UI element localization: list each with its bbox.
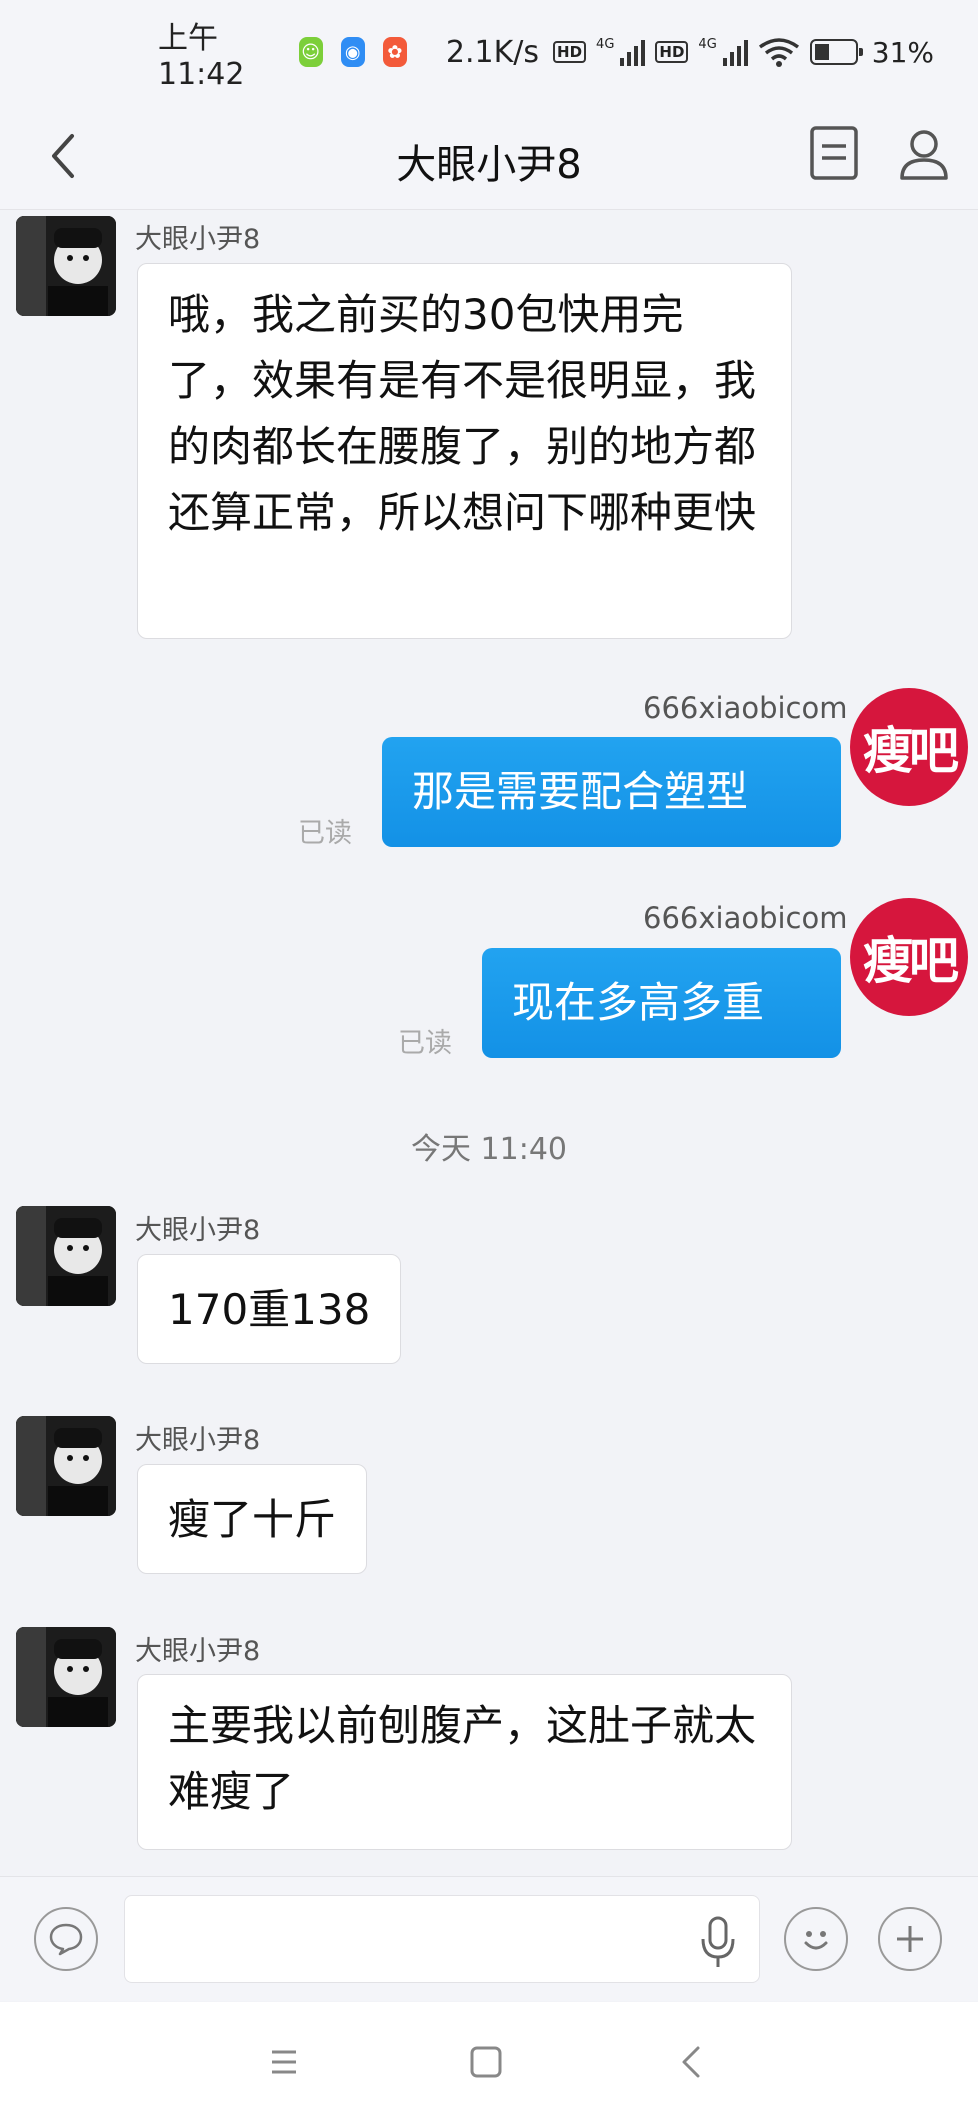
smiley-icon[interactable] [784,1907,848,1971]
avatar[interactable] [16,1416,116,1516]
read-status: 已读 [298,818,352,849]
system-nav-bar [0,2002,978,2120]
sender-name: 大眼小尹8 [135,224,261,255]
app-notification-icon: ◉ [340,37,365,67]
status-indicators: 2.1K/s HD 4G HD 4G 31% [446,35,934,70]
message-bubble-outgoing[interactable]: 现在多高多重 [482,948,841,1058]
avatar[interactable] [16,1206,116,1306]
avatar[interactable] [16,1627,116,1727]
sender-name: 大眼小尹8 [135,1636,261,1667]
net-speed: 2.1K/s [445,34,540,70]
message-bubble-incoming[interactable]: 哦，我之前买的30包快用完了，效果有是有不是很明显，我的肉都长在腰腹了，别的地方… [137,263,792,639]
timestamp: 今天 11:40 [411,1132,567,1167]
net-type-label: 4G [698,36,717,52]
nav-bar: 大眼小尹8 [0,104,978,210]
document-icon[interactable] [806,122,862,184]
message-bubble-incoming[interactable]: 瘦了十斤 [137,1464,368,1574]
status-time: 上午11:42 [158,20,245,92]
self-name: 666xiaobicom [643,901,848,935]
signal-icon [620,38,646,66]
home-square-icon[interactable] [464,2042,508,2082]
app-notification-icon: ☺ [298,37,323,67]
chat-area[interactable]: 大眼小尹8 哦，我之前买的30包快用完了，效果有是有不是很明显，我的肉都长在腰腹… [0,211,978,1876]
wifi-icon [758,38,799,67]
status-bar: 上午11:42 ☺ ◉ ✿ 2.1K/s HD 4G HD 4G 31% [0,0,978,104]
avatar[interactable] [16,216,116,316]
read-status: 已读 [398,1028,452,1059]
menu-icon[interactable] [262,2042,306,2082]
back-chevron-icon[interactable] [670,2042,714,2082]
app-notification-icon: ✿ [382,37,407,67]
signal-icon [722,38,748,66]
plus-icon[interactable] [878,1907,942,1971]
battery-percent: 31% [871,35,935,69]
self-name: 666xiaobicom [643,691,848,725]
battery-icon [809,39,863,65]
message-bubble-outgoing[interactable]: 那是需要配合塑型 [382,737,841,847]
message-input[interactable] [124,1895,760,1983]
hd-icon: HD [655,41,689,63]
sender-name: 大眼小尹8 [135,1425,261,1456]
avatar-self[interactable]: 瘦吧 [850,898,968,1016]
microphone-icon[interactable] [698,1915,738,1969]
net-type-label: 4G [596,36,615,52]
input-bar [0,1876,978,2001]
message-bubble-incoming[interactable]: 主要我以前刨腹产，这肚子就太难瘦了 [137,1674,792,1850]
avatar-self[interactable]: 瘦吧 [850,688,968,806]
sender-name: 大眼小尹8 [135,1215,261,1246]
message-bubble-incoming[interactable]: 170重138 [137,1254,402,1364]
hd-icon: HD [553,41,587,63]
speech-bubble-icon[interactable] [34,1907,98,1971]
person-icon[interactable] [896,124,952,184]
